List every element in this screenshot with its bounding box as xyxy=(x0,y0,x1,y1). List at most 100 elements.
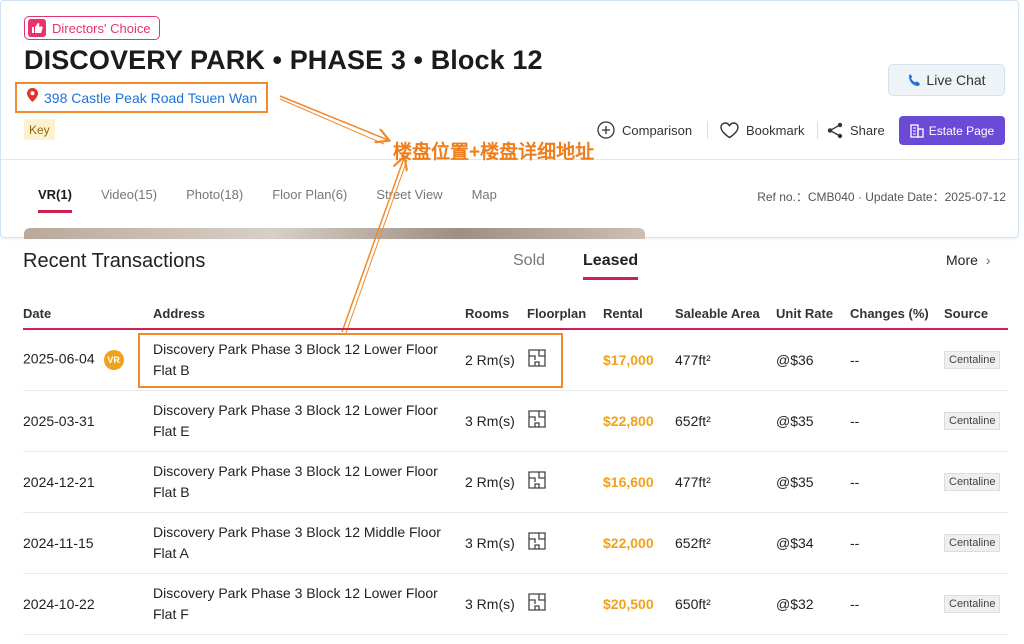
col-changes: Changes (%) xyxy=(850,298,944,330)
chevron-right-icon: › xyxy=(985,252,991,268)
col-floorplan: Floorplan xyxy=(527,298,603,330)
floorplan-icon[interactable] xyxy=(527,329,603,390)
transactions-table: Date Address Rooms Floorplan Rental Sale… xyxy=(23,298,1008,635)
row-date: 2024-12-21 xyxy=(23,473,95,490)
tab-sold[interactable]: Sold xyxy=(513,252,545,270)
more-label: More xyxy=(946,252,978,268)
source-tag: Centaline xyxy=(944,473,1001,491)
col-rental: Rental xyxy=(603,298,675,330)
bookmark-button[interactable]: Bookmark xyxy=(720,119,805,141)
floorplan-icon[interactable] xyxy=(527,451,603,512)
table-row[interactable]: 2025-06-04 VR Discovery Park Phase 3 Bloc… xyxy=(23,329,1008,390)
row-date: 2024-11-15 xyxy=(23,534,94,551)
row-unit-rate: @$35 xyxy=(776,473,814,490)
col-saleable-area: Saleable Area xyxy=(675,298,776,330)
row-unit-rate: @$35 xyxy=(776,412,814,429)
plus-circle-icon xyxy=(597,121,615,139)
live-chat-button[interactable]: Live Chat xyxy=(888,64,1005,96)
tab-vr[interactable]: VR(1) xyxy=(38,187,72,213)
heart-icon xyxy=(720,121,739,138)
share-button[interactable]: Share xyxy=(827,119,885,141)
row-rooms: 3 Rm(s) xyxy=(465,595,515,612)
bookmark-label: Bookmark xyxy=(746,122,805,138)
row-date: 2025-03-31 xyxy=(23,412,95,429)
building-icon xyxy=(910,123,924,138)
row-area: 652ft² xyxy=(675,534,711,551)
estate-page-button[interactable]: Estate Page xyxy=(899,116,1005,145)
location-pin-icon xyxy=(27,88,38,107)
annotation-label: 楼盘位置+楼盘详细地址 xyxy=(393,142,595,163)
tab-photo[interactable]: Photo(18) xyxy=(186,187,243,202)
row-rooms: 3 Rm(s) xyxy=(465,534,515,551)
live-chat-label: Live Chat xyxy=(926,72,986,88)
col-unit-rate: Unit Rate xyxy=(776,298,850,330)
row-date: 2025-06-04 xyxy=(23,350,95,367)
row-area: 652ft² xyxy=(675,412,711,429)
row-changes: -- xyxy=(850,351,860,368)
phone-icon xyxy=(909,73,921,86)
row-address[interactable]: Discovery Park Phase 3 Block 12 Lower Fl… xyxy=(153,451,465,512)
floorplan-icon[interactable] xyxy=(527,512,603,573)
address-text: 398 Castle Peak Road Tsuen Wan xyxy=(44,89,258,106)
row-unit-rate: @$34 xyxy=(776,534,814,551)
col-address: Address xyxy=(153,298,465,330)
recent-transactions-title: Recent Transactions xyxy=(23,250,206,272)
comparison-button[interactable]: Comparison xyxy=(597,119,692,141)
col-rooms: Rooms xyxy=(465,298,527,330)
tab-video[interactable]: Video(15) xyxy=(101,187,157,202)
row-area: 477ft² xyxy=(675,473,711,490)
tab-floor-plan[interactable]: Floor Plan(6) xyxy=(272,187,347,202)
source-tag: Centaline xyxy=(944,412,1001,430)
tab-street-view[interactable]: Street View xyxy=(376,187,442,202)
row-changes: -- xyxy=(850,534,860,551)
floorplan-icon[interactable] xyxy=(527,573,603,634)
col-source: Source xyxy=(944,298,1008,330)
source-tag: Centaline xyxy=(944,351,1001,370)
row-rental: $22,800 xyxy=(603,412,654,429)
share-icon xyxy=(827,122,843,138)
reference-info: Ref no.：CMB040 · Update Date：2025-07-12 xyxy=(757,190,1006,204)
tab-map[interactable]: Map xyxy=(472,187,497,202)
row-unit-rate: @$32 xyxy=(776,595,814,612)
row-address[interactable]: Discovery Park Phase 3 Block 12 Lower Fl… xyxy=(153,390,465,451)
thumbs-up-icon xyxy=(28,19,46,37)
row-address[interactable]: Discovery Park Phase 3 Block 12 Middle F… xyxy=(153,512,465,573)
table-row[interactable]: 2024-12-21 Discovery Park Phase 3 Block … xyxy=(23,451,1008,512)
row-rental: $20,500 xyxy=(603,595,654,612)
row-changes: -- xyxy=(850,412,860,429)
row-rooms: 3 Rm(s) xyxy=(465,412,515,429)
estate-header-card: Directors' Choice DISCOVERY PARK • PHASE… xyxy=(0,0,1020,239)
media-preview[interactable] xyxy=(24,228,645,239)
row-date: 2024-10-22 xyxy=(23,595,95,612)
row-area: 650ft² xyxy=(675,595,711,612)
row-rooms: 2 Rm(s) xyxy=(465,473,515,490)
col-date: Date xyxy=(23,298,153,330)
floorplan-icon[interactable] xyxy=(527,390,603,451)
estate-page-label: Estate Page xyxy=(928,123,995,138)
comparison-label: Comparison xyxy=(622,122,693,138)
media-tabs: VR(1) Video(15) Photo(18) Floor Plan(6) … xyxy=(38,187,526,213)
table-row[interactable]: 2024-11-15 Discovery Park Phase 3 Block … xyxy=(23,512,1008,573)
row-changes: -- xyxy=(850,473,860,490)
row-rental: $16,600 xyxy=(603,473,654,490)
table-header-row: Date Address Rooms Floorplan Rental Sale… xyxy=(23,298,1008,330)
transaction-tabs: Sold Leased xyxy=(513,252,676,280)
row-unit-rate: @$36 xyxy=(776,351,814,368)
action-divider xyxy=(817,121,818,139)
badge-label: Directors' Choice xyxy=(52,20,151,36)
row-rental: $22,000 xyxy=(603,534,654,551)
row-address[interactable]: Discovery Park Phase 3 Block 12 Lower Fl… xyxy=(153,573,465,634)
more-link[interactable]: More › xyxy=(946,252,991,268)
row-rooms: 2 Rm(s) xyxy=(465,351,515,368)
table-row[interactable]: 2025-03-31 Discovery Park Phase 3 Block … xyxy=(23,390,1008,451)
key-tag: Key xyxy=(24,119,55,140)
share-label: Share xyxy=(850,122,885,138)
table-row[interactable]: 2024-10-22 Discovery Park Phase 3 Block … xyxy=(23,573,1008,634)
tab-leased[interactable]: Leased xyxy=(583,252,639,280)
vr-badge[interactable]: VR xyxy=(103,349,124,370)
row-area: 477ft² xyxy=(675,351,711,368)
row-address[interactable]: Discovery Park Phase 3 Block 12 Lower Fl… xyxy=(153,329,465,390)
address-link[interactable]: 398 Castle Peak Road Tsuen Wan xyxy=(15,82,268,113)
page-title: DISCOVERY PARK • PHASE 3 • Block 12 xyxy=(24,45,543,75)
directors-choice-badge: Directors' Choice xyxy=(24,16,160,40)
